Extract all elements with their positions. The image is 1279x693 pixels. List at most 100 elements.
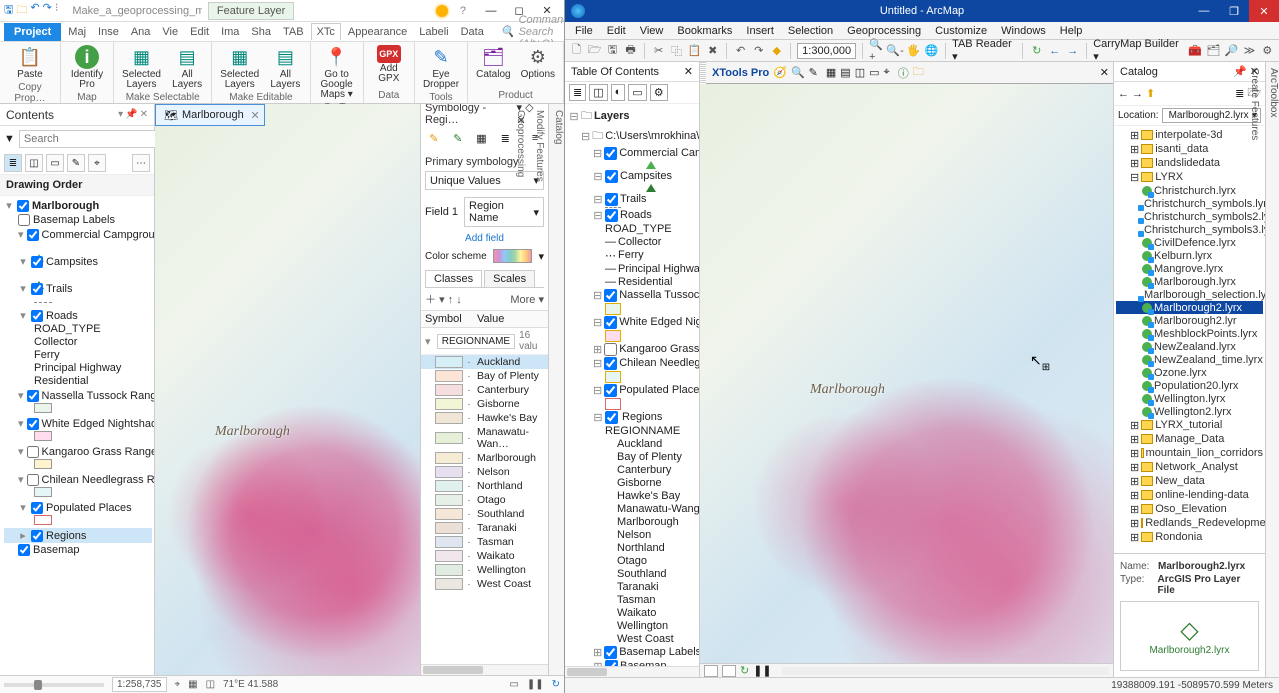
nav-fwd-icon[interactable]: → [1065,43,1080,59]
catalog-folder[interactable]: ⊞ Oso_Elevation [1116,502,1263,516]
catalog-item[interactable]: Population20.lyrx [1116,379,1263,392]
tab-insert[interactable]: Inse [93,24,124,40]
catalog-item[interactable]: Christchurch_symbols2.lyrx [1116,210,1263,223]
menu-edit[interactable]: Edit [601,24,632,38]
catalog-folder[interactable]: ⊟ LYRX [1116,170,1263,184]
catalog-item[interactable]: NewZealand.lyrx [1116,340,1263,353]
field-group-name[interactable]: REGIONNAME [437,334,515,349]
symb-tool-3[interactable]: ▦ [473,128,491,148]
menu-windows[interactable]: Windows [995,24,1052,38]
xtools-icon[interactable]: 🧭 [773,66,787,79]
go-to-google-button[interactable]: 📍Go to Google Maps ▾ [317,44,357,101]
symb-tool-4[interactable]: ≣ [496,128,514,148]
layer-checkbox[interactable] [31,256,43,268]
dock-tab-create-features[interactable]: Create Features [1249,68,1260,677]
pan-icon[interactable]: 🖐 [906,43,921,59]
tab-appearance[interactable]: Appearance [343,24,412,40]
redo-icon[interactable]: ↷ [43,1,52,20]
down-icon[interactable]: ↓ [456,294,462,306]
symbol-swatch[interactable] [435,384,463,396]
catalog-folder[interactable]: ⊞ Redlands_Redevelopment [1116,516,1263,530]
catalog-item[interactable]: Christchurch_symbols3.lyrx [1116,223,1263,236]
symbol-swatch[interactable] [435,370,463,382]
layer-checkbox[interactable] [27,390,39,402]
layer-checkbox[interactable] [31,502,43,514]
symbol-swatch[interactable] [435,550,463,562]
layer-basemap[interactable]: Basemap [33,544,79,556]
nav-back-icon[interactable]: ← [1118,88,1129,100]
symbology-value-row[interactable]: ·Gisborne [421,397,548,411]
refresh-icon[interactable]: ↻ [1029,43,1044,59]
toc-region-item[interactable]: Waikato [569,606,697,619]
drag-handle-icon[interactable] [700,62,706,84]
menu-file[interactable]: File [569,24,599,38]
data-view-button[interactable] [704,665,718,677]
tab-edit[interactable]: Edit [185,24,214,40]
toc-region-item[interactable]: Southland [569,567,697,580]
catalog-item[interactable]: Christchurch.lyrx [1116,184,1263,197]
toc-region-item[interactable]: Northland [569,541,697,554]
symbology-scrollbar[interactable] [421,664,548,675]
catalog-folder[interactable]: ⊞ Network_Analyst [1116,460,1263,474]
cut-icon[interactable]: ✂ [651,43,666,59]
catalog-tree[interactable]: ⊞ interpolate-3d⊞ isanti_data⊞ landslide… [1114,126,1265,553]
zoom-out-icon[interactable]: 🔍- [887,43,903,59]
eye-dropper-button[interactable]: ✎Eye Dropper [421,44,461,91]
layer-checkbox[interactable] [31,283,43,295]
toc-view-drawing-icon[interactable]: ≣ [569,84,586,101]
minimize-button[interactable]: — [1189,0,1219,22]
symbology-value-row[interactable]: ·Tasman [421,535,548,549]
symbology-value-row[interactable]: ·Northland [421,479,548,493]
layer-nightshade[interactable]: White Edged Nightshade Ran [42,418,154,430]
menu-view[interactable]: View [634,24,670,38]
symbol-swatch[interactable] [435,522,463,534]
menu-customize[interactable]: Customize [929,24,993,38]
catalog-folder[interactable]: ⊞ New_data [1116,474,1263,488]
layer-tree[interactable]: ▾Marlborough Basemap Labels ▾Commercial … [0,196,154,675]
options-button[interactable]: ⚙Options [519,44,557,81]
toc-view-selection-icon[interactable]: ▭ [628,84,646,101]
catalog-item[interactable]: Christchurch_symbols.lyrx [1116,197,1263,210]
catalog-item[interactable]: CivilDefence.lyrx [1116,236,1263,249]
list-source-button[interactable]: ◫ [25,154,43,172]
xtools-icon[interactable]: ▦ [826,66,836,79]
layer-populated[interactable]: Populated Places [46,502,132,514]
lightbulb-icon[interactable] [436,5,448,17]
tab-tabreader[interactable]: TAB [278,24,309,40]
layer-kangaroo[interactable]: Kangaroo Grass Range [42,446,154,458]
toc-close-icon[interactable]: ✕ [684,65,693,78]
list-drawing-order-button[interactable]: ≣ [4,154,22,172]
maximize-button[interactable]: ❐ [1219,0,1249,22]
xtools-icon[interactable]: 🗀 [913,63,924,82]
pause-drawing-icon[interactable]: ❚❚ [753,664,771,677]
layer-checkbox[interactable] [18,544,30,556]
folder-icon[interactable]: 🗀 [16,1,27,20]
symbology-type-dropdown[interactable]: Unique Values▾ [425,171,544,190]
catalog-item[interactable]: MeshblockPoints.lyrx [1116,327,1263,340]
symbol-swatch[interactable] [435,412,463,424]
symbol-swatch[interactable] [435,398,463,410]
tab-data[interactable]: Data [456,24,489,40]
redo-icon[interactable]: ↷ [751,43,766,59]
print-icon[interactable]: 🖶 [623,43,638,59]
toc-region-item[interactable]: Marlborough [569,515,697,528]
layer-basemap-labels[interactable]: Basemap Labels [33,214,115,226]
refresh-icon[interactable]: ↻ [552,679,560,690]
scale-box[interactable]: 1:258,735 [112,677,167,692]
menu-help[interactable]: Help [1054,24,1089,38]
editable-all-button[interactable]: ▤All Layers [267,44,303,91]
symbol-swatch[interactable] [435,452,463,464]
layer-roads[interactable]: Roads [46,310,78,322]
full-extent-icon[interactable]: 🌐 [924,43,939,59]
symbology-value-list[interactable]: ·Auckland·Bay of Plenty·Canterbury·Gisbo… [421,355,548,664]
layer-checkbox[interactable] [31,530,43,542]
toc-region-item[interactable]: Taranaki [569,580,697,593]
refresh-view-icon[interactable]: ↻ [740,664,749,677]
catalog-item[interactable]: Mangrove.lyrx [1116,262,1263,275]
layer-commercial[interactable]: Commercial Campgrounds [42,229,154,241]
tab-reader-dropdown[interactable]: TAB Reader ▾ [952,38,1016,63]
status-icon[interactable]: ◫ [206,679,215,690]
pane-pin-icon[interactable]: 📌 [125,109,137,120]
status-icon[interactable]: ⌖ [175,679,181,690]
up-icon[interactable]: ↑ [448,294,454,306]
